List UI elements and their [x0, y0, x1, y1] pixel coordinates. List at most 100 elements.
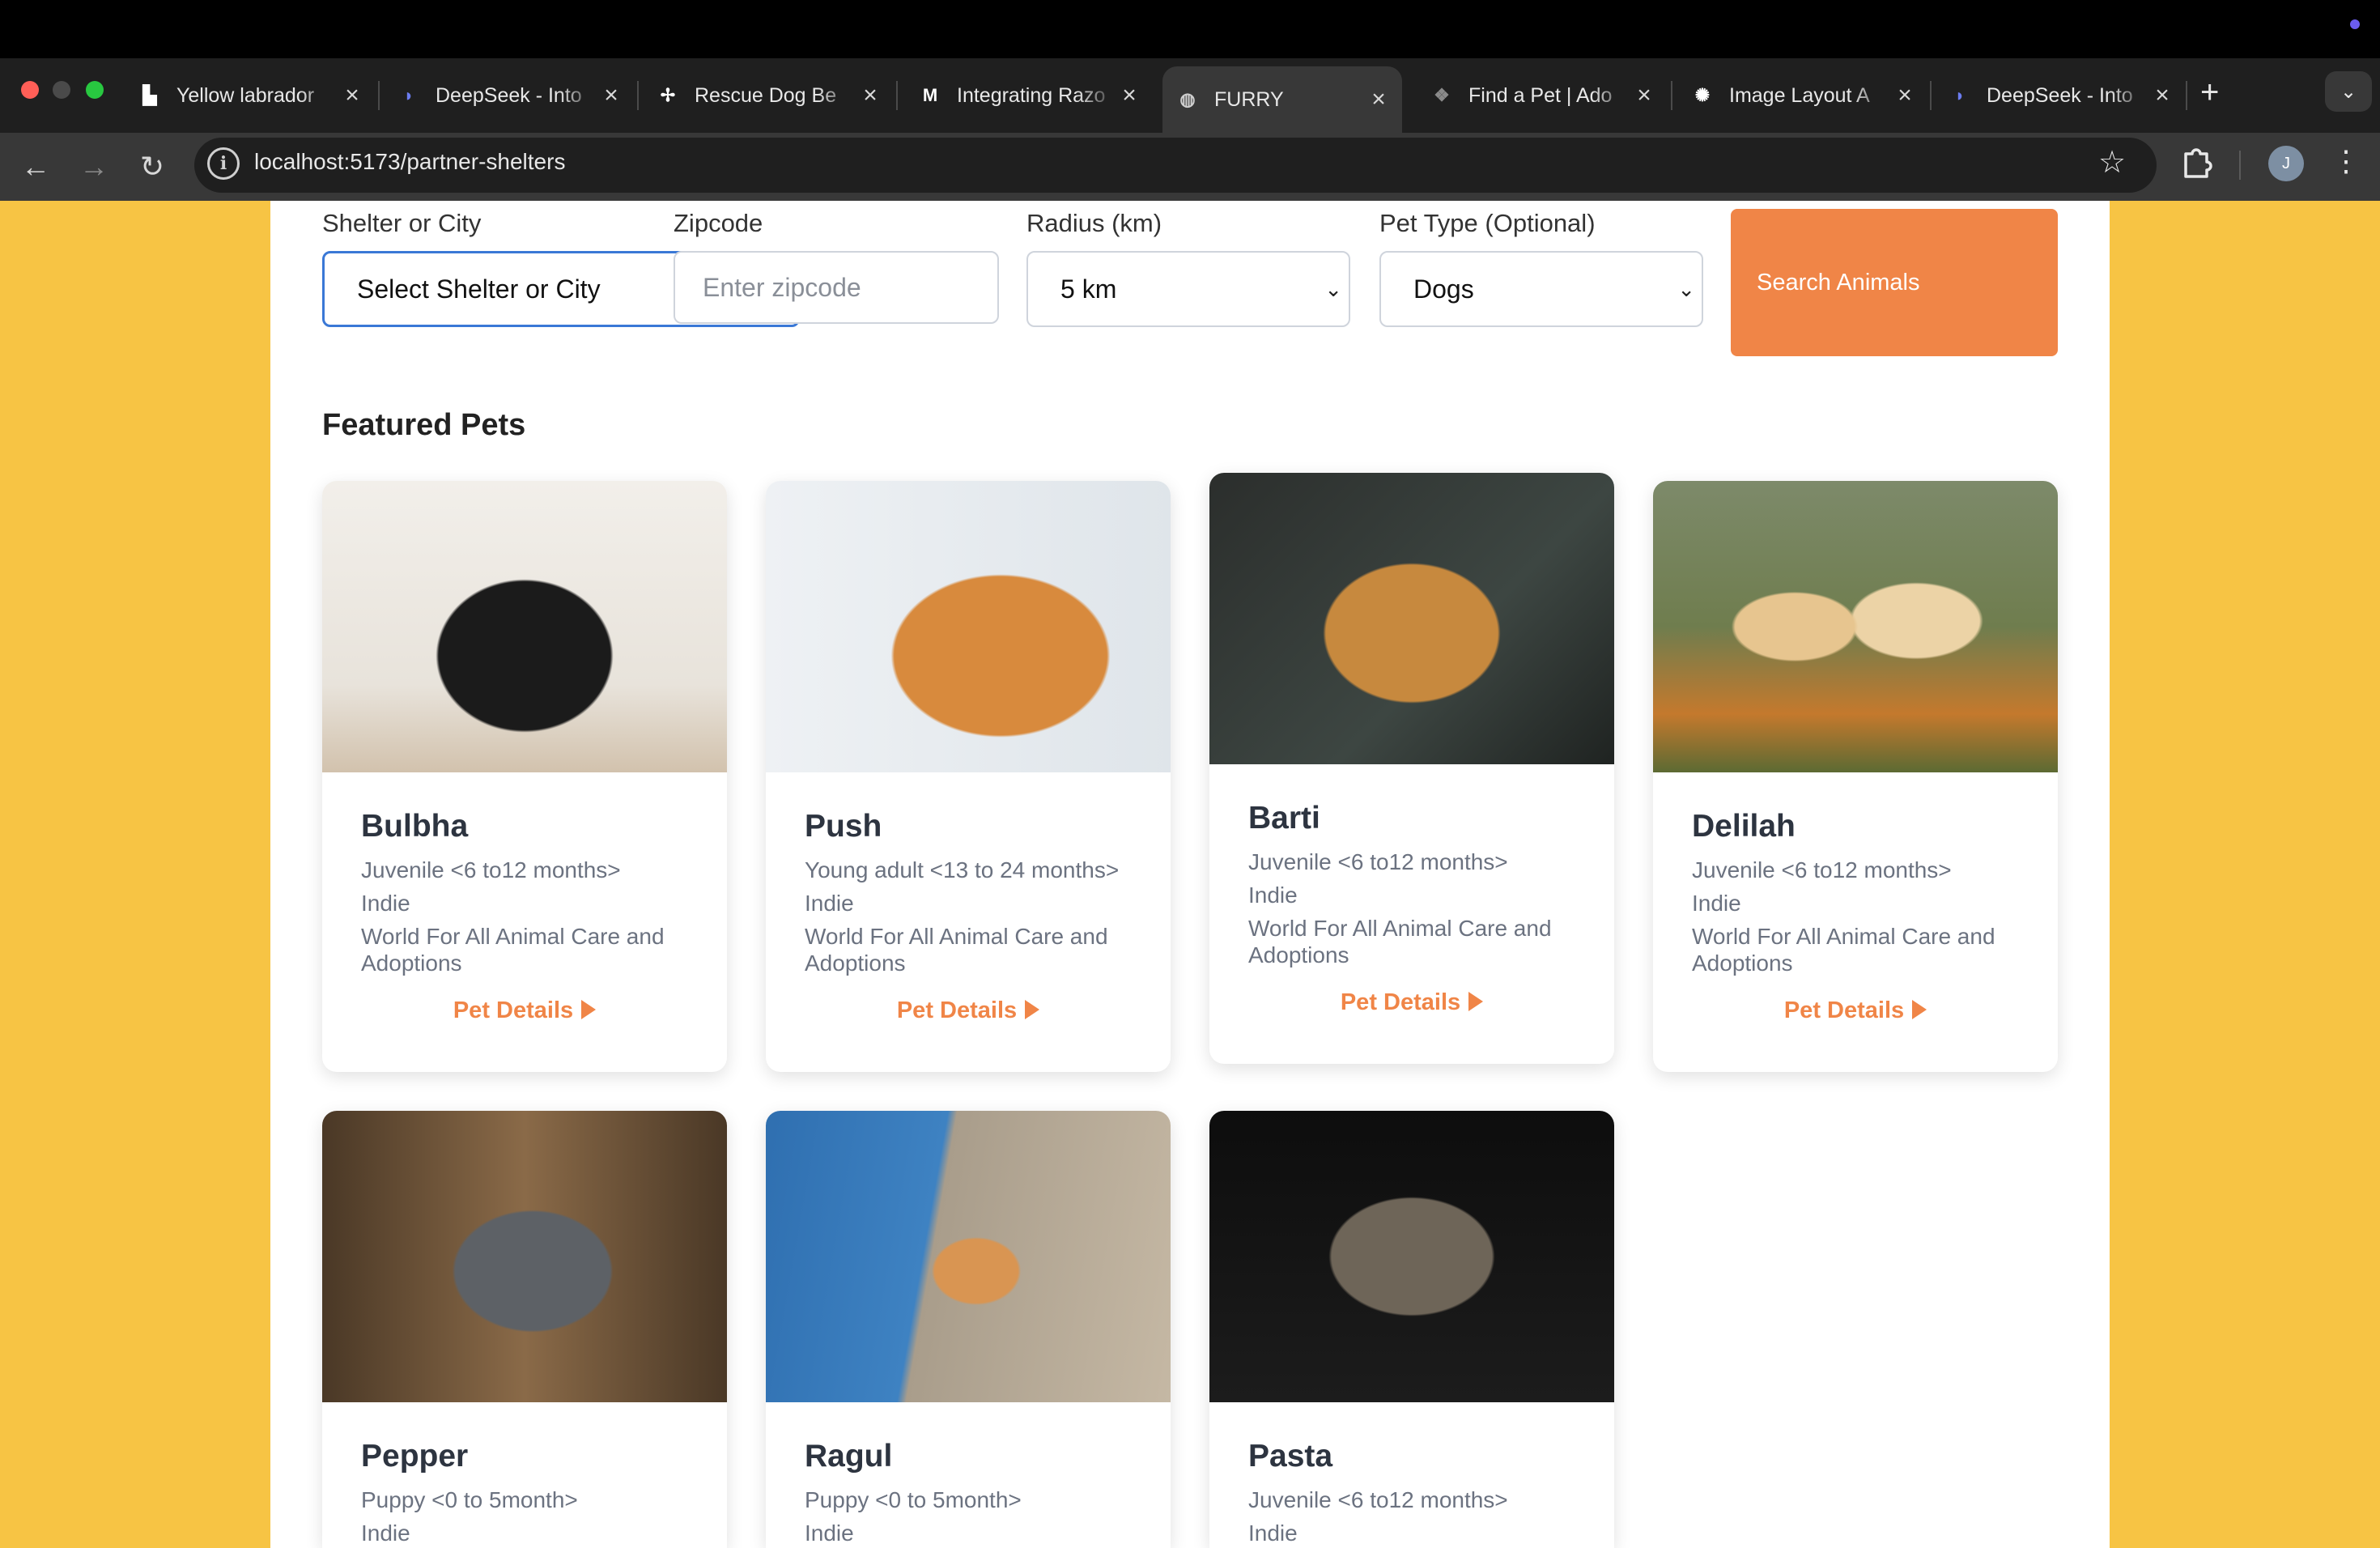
pet-photo — [1209, 473, 1614, 764]
pet-details-label: Pet Details — [1340, 989, 1461, 1015]
globe-icon: ◍ — [1179, 89, 1196, 109]
radius-select[interactable]: 5 km ⌄ — [1026, 251, 1350, 327]
pet-card-pasta[interactable]: Pasta Juvenile <6 to12 months> Indie — [1209, 1111, 1614, 1548]
new-tab-plus-icon[interactable]: + — [2200, 74, 2219, 111]
chevron-down-icon: ⌄ — [1677, 277, 1695, 301]
browser-tab-furry[interactable]: ◍ FURRY × — [1162, 66, 1402, 133]
pet-name: Barti — [1248, 801, 1320, 836]
pet-card-ragul[interactable]: Ragul Puppy <0 to 5month> Indie — [766, 1111, 1171, 1548]
play-arrow-icon — [1912, 1000, 1927, 1019]
pet-name: Bulbha — [361, 809, 469, 844]
address-url[interactable]: localhost:5173/partner-shelters — [254, 149, 565, 175]
window-zoom-button[interactable] — [86, 81, 104, 99]
play-arrow-icon — [1468, 992, 1484, 1011]
play-arrow-icon — [1025, 1000, 1040, 1019]
zipcode-label: Zipcode — [674, 209, 763, 237]
close-icon[interactable]: × — [1893, 82, 1917, 109]
tab-title: DeepSeek - Into — [1987, 83, 2133, 107]
pet-shelter: World For All Animal Care and Adoptions — [361, 924, 665, 976]
radius-label: Radius (km) — [1026, 209, 1162, 237]
pet-details-label: Pet Details — [1783, 997, 1905, 1023]
pet-details-label: Pet Details — [896, 997, 1018, 1023]
pet-age: Puppy <0 to 5month> — [805, 1487, 1022, 1512]
browser-tab-7[interactable]: ✺ Image Layout A × — [1690, 70, 1917, 121]
more-options-icon[interactable]: ⋮ — [2331, 144, 2361, 178]
pet-type-label: Pet Type (Optional) — [1379, 209, 1596, 237]
pet-details-label: Pet Details — [453, 997, 574, 1023]
pet-shelter: World For All Animal Care and Adoptions — [805, 924, 1108, 976]
tab-divider — [1930, 81, 1932, 110]
pet-age: Juvenile <6 to12 months> — [1248, 849, 1508, 874]
browser-tab-8[interactable]: ◗ DeepSeek - Into × — [1948, 70, 2174, 121]
pet-card-push[interactable]: Push Young adult <13 to 24 months> Indie… — [766, 481, 1171, 1072]
window-close-button[interactable] — [21, 81, 39, 99]
close-icon[interactable]: × — [2150, 82, 2174, 109]
shelter-city-value: Select Shelter or City — [357, 274, 601, 304]
browser-tab-2[interactable]: ◗ DeepSeek - Into × — [397, 70, 623, 121]
pet-photo — [766, 481, 1171, 772]
pet-age: Juvenile <6 to12 months> — [1248, 1487, 1508, 1512]
browser-tab-3[interactable]: ✢ Rescue Dog Be × — [656, 70, 882, 121]
site-info-icon[interactable]: i — [207, 147, 240, 180]
bookmark-star-icon[interactable]: ☆ — [2098, 144, 2126, 181]
close-icon[interactable]: × — [599, 82, 623, 109]
pet-photo — [322, 481, 727, 772]
pet-details-link[interactable]: Pet Details — [1248, 989, 1575, 1016]
tab-title: Yellow labrador — [176, 83, 315, 107]
browser-tab-6[interactable]: ❖ Find a Pet | Ado × — [1430, 70, 1656, 121]
tab-divider — [896, 81, 898, 110]
window-minimize-button[interactable] — [53, 81, 70, 99]
pet-breed: Indie — [805, 891, 854, 916]
pet-type-value: Dogs — [1413, 274, 1474, 304]
close-icon[interactable]: × — [1117, 82, 1141, 109]
forward-arrow-icon[interactable]: → — [71, 144, 117, 189]
browser-tab-1[interactable]: ▙ Yellow labrador × — [138, 70, 364, 121]
tab-title: Image Layout A — [1729, 83, 1870, 107]
back-arrow-icon[interactable]: ← — [13, 144, 58, 189]
medium-icon: M — [922, 85, 938, 105]
pet-breed: Indie — [361, 891, 410, 916]
close-icon[interactable]: × — [858, 82, 882, 109]
tab-title: Rescue Dog Be — [695, 83, 837, 107]
shelter-city-label: Shelter or City — [322, 209, 482, 237]
pet-type-select[interactable]: Dogs ⌄ — [1379, 251, 1703, 327]
openai-icon: ✺ — [1694, 85, 1711, 105]
search-animals-button[interactable]: Search Animals — [1731, 209, 2058, 356]
rescue-icon: ✢ — [660, 85, 676, 105]
pet-shelter: World For All Animal Care and Adoptions — [1248, 916, 1552, 968]
pet-age: Puppy <0 to 5month> — [361, 1487, 578, 1512]
close-icon[interactable]: × — [1632, 82, 1656, 109]
tab-search-chevron-icon[interactable]: ⌄ — [2325, 71, 2372, 112]
pet-breed: Indie — [1692, 891, 1741, 916]
pet-age: Juvenile <6 to12 months> — [361, 857, 621, 882]
pet-card-barti[interactable]: Barti Juvenile <6 to12 months> Indie Wor… — [1209, 473, 1614, 1064]
featured-pets-title: Featured Pets — [322, 408, 526, 442]
pet-shelter: World For All Animal Care and Adoptions — [1692, 924, 1995, 976]
pet-breed: Indie — [361, 1520, 410, 1546]
pet-card-pepper[interactable]: Pepper Puppy <0 to 5month> Indie — [322, 1111, 727, 1548]
pet-card-delilah[interactable]: Delilah Juvenile <6 to12 months> Indie W… — [1653, 481, 2058, 1072]
close-icon[interactable]: × — [340, 82, 364, 109]
unsplash-icon: ▙ — [142, 85, 157, 105]
pet-breed: Indie — [805, 1520, 854, 1546]
profile-avatar[interactable]: J — [2268, 146, 2304, 181]
pet-details-link[interactable]: Pet Details — [361, 997, 688, 1024]
tab-divider — [378, 81, 380, 110]
pet-card-bulbha[interactable]: Bulbha Juvenile <6 to12 months> Indie Wo… — [322, 481, 727, 1072]
close-icon[interactable]: × — [1366, 86, 1391, 113]
play-arrow-icon — [581, 1000, 597, 1019]
zipcode-placeholder: Enter zipcode — [703, 272, 861, 302]
pet-photo — [1209, 1111, 1614, 1402]
chevron-down-icon: ⌄ — [1324, 277, 1342, 301]
browser-tab-4[interactable]: M Integrating Razo × — [918, 70, 1141, 121]
extensions-puzzle-icon[interactable] — [2181, 144, 2216, 185]
pet-details-link[interactable]: Pet Details — [1692, 997, 2019, 1024]
pet-breed: Indie — [1248, 1520, 1298, 1546]
deepseek-icon: ◗ — [403, 85, 414, 105]
radius-value: 5 km — [1060, 274, 1117, 304]
pet-photo — [322, 1111, 727, 1402]
zipcode-input[interactable]: Enter zipcode — [674, 251, 999, 324]
pet-details-link[interactable]: Pet Details — [805, 997, 1132, 1024]
reload-icon[interactable]: ↻ — [130, 144, 175, 189]
deepseek-icon: ◗ — [1954, 85, 1966, 105]
